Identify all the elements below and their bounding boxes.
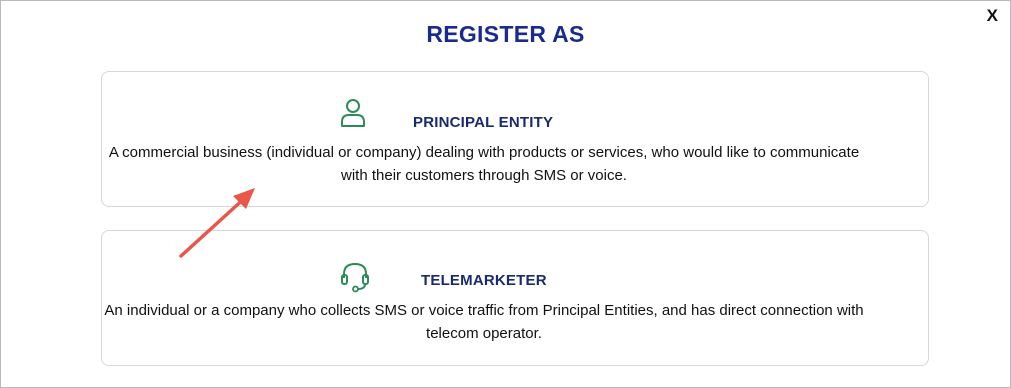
principal-entity-heading: PRINCIPAL ENTITY	[413, 114, 554, 131]
principal-entity-option[interactable]: PRINCIPAL ENTITY A commercial business (…	[101, 71, 929, 207]
user-icon	[341, 99, 365, 127]
dialog-title: REGISTER AS	[426, 21, 585, 47]
telemarketer-description: An individual or a company who collects …	[104, 302, 864, 342]
telemarketer-heading: TELEMARKETER	[421, 272, 547, 289]
principal-entity-description: A commercial business (individual or com…	[108, 144, 860, 184]
headset-icon	[341, 262, 369, 293]
register-dialog: X REGISTER AS PRINCIPAL ENTITY A commerc…	[0, 0, 1011, 388]
telemarketer-option[interactable]: TELEMARKETER An individual or a company …	[101, 230, 929, 366]
